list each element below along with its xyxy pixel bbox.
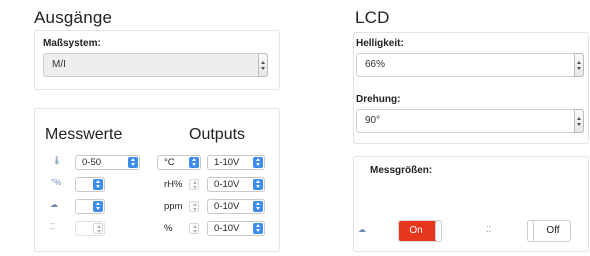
output-value: 0-10V xyxy=(214,201,240,212)
particle-icon: ⁚⁚ xyxy=(486,225,492,234)
unit-select[interactable]: °C xyxy=(157,155,201,170)
toggle-label: Off xyxy=(546,225,560,236)
stepper-icon xyxy=(128,157,138,168)
measurands-label: Messgrößen: xyxy=(370,165,433,176)
range-select[interactable] xyxy=(75,177,105,192)
stepper-icon xyxy=(93,223,103,234)
stepper-icon xyxy=(253,201,263,212)
range-select[interactable] xyxy=(75,199,105,214)
measurements-panel: Messwerte Outputs 🌡 0-50 °C 1-10V °% rH%… xyxy=(34,108,280,252)
stepper-icon xyxy=(93,179,103,190)
select-arrow-icon xyxy=(258,53,268,77)
range-value: 0-50 xyxy=(82,157,102,168)
unit-select[interactable]: rH% xyxy=(157,177,201,192)
stepper-icon xyxy=(189,179,199,190)
lcd-section-title: LCD xyxy=(355,8,390,27)
stepper-icon xyxy=(253,179,263,190)
rotation-value: 90° xyxy=(365,115,381,126)
unit-system-select[interactable]: M/I xyxy=(43,53,268,77)
unit-value: rH% xyxy=(164,179,183,190)
stepper-icon xyxy=(253,157,263,168)
toggle-label: On xyxy=(409,225,423,236)
stepper-icon xyxy=(189,157,199,168)
output-select[interactable]: 0-10V xyxy=(207,221,265,236)
unit-select[interactable]: % xyxy=(157,221,201,236)
output-select[interactable]: 1-10V xyxy=(207,155,265,170)
range-select[interactable]: 0-50 xyxy=(75,155,140,170)
toggle-knob xyxy=(435,220,442,242)
thermometer-icon: 🌡 xyxy=(52,156,63,165)
outputs-heading: Outputs xyxy=(189,126,246,143)
unit-value: % xyxy=(164,223,173,234)
stepper-icon xyxy=(189,223,199,234)
co2-icon: ☁ xyxy=(358,225,366,234)
unit-system-label: Maßsystem: xyxy=(43,38,101,49)
output-value: 0-10V xyxy=(214,179,240,190)
measurements-heading: Messwerte xyxy=(45,126,123,143)
brightness-value: 66% xyxy=(365,59,386,70)
stepper-icon xyxy=(93,201,103,212)
humidity-icon: °% xyxy=(51,178,62,187)
unit-system-panel: Maßsystem: M/I xyxy=(34,30,280,90)
measurands-panel: Messgrößen: ☁ On ⁚⁚ Off xyxy=(353,156,589,252)
lcd-settings-panel: Helligkeit: 66% Drehung: 90° xyxy=(353,32,589,144)
particle-display-toggle[interactable]: Off xyxy=(527,220,571,242)
stepper-icon xyxy=(189,201,199,212)
unit-select[interactable]: ppm xyxy=(157,199,201,214)
output-value: 1-10V xyxy=(214,157,240,168)
rotation-label: Drehung: xyxy=(356,94,401,105)
unit-value: °C xyxy=(164,157,175,168)
output-value: 0-10V xyxy=(214,223,240,234)
co2-display-toggle[interactable]: On xyxy=(398,220,442,242)
select-arrow-icon xyxy=(574,109,584,133)
rotation-select[interactable]: 90° xyxy=(356,109,584,133)
toggle-knob xyxy=(527,220,534,242)
brightness-label: Helligkeit: xyxy=(356,38,404,49)
particle-icon: ⁚⁚ xyxy=(50,222,56,231)
output-select[interactable]: 0-10V xyxy=(207,177,265,192)
stepper-icon xyxy=(253,223,263,234)
outputs-section-title: Ausgänge xyxy=(34,8,113,27)
output-select[interactable]: 0-10V xyxy=(207,199,265,214)
co2-icon: ☁ xyxy=(50,200,58,209)
unit-system-value: M/I xyxy=(52,59,66,70)
unit-value: ppm xyxy=(164,201,183,212)
select-arrow-icon xyxy=(574,53,584,77)
range-select[interactable] xyxy=(75,221,105,236)
brightness-select[interactable]: 66% xyxy=(356,53,584,77)
